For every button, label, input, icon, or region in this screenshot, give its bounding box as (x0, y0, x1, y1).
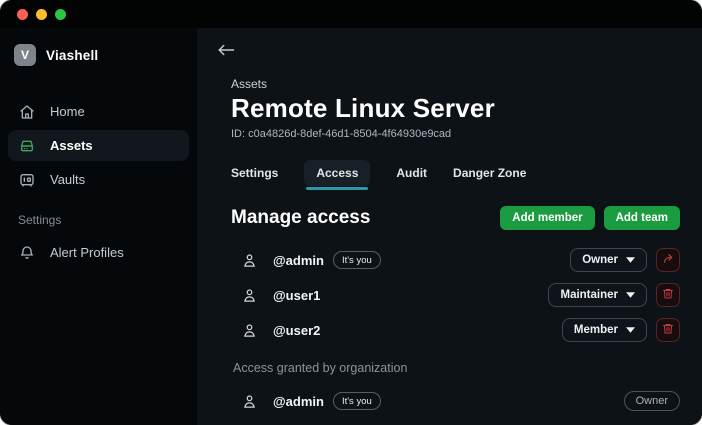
tab-access[interactable]: Access (304, 160, 370, 186)
arrow-left-icon (217, 44, 235, 59)
sidebar-item-label: Vaults (50, 172, 85, 187)
member-row: @user2 Member (231, 316, 680, 345)
role-dropdown[interactable]: Owner (570, 248, 647, 272)
person-icon (239, 287, 259, 304)
role-value: Member (574, 324, 618, 336)
manage-access-heading: Manage access (231, 207, 370, 229)
sidebar-item-alert-profiles[interactable]: Alert Profiles (8, 237, 189, 268)
role-value: Owner (582, 254, 618, 266)
chevron-down-icon (626, 289, 635, 301)
server-icon (18, 137, 36, 155)
page-title: Remote Linux Server (231, 94, 680, 123)
maximize-window-button[interactable] (55, 9, 66, 20)
trash-icon (662, 287, 674, 303)
tab-settings[interactable]: Settings (231, 160, 278, 186)
leave-icon (662, 252, 675, 268)
member-username: @user2 (273, 323, 320, 338)
person-icon (239, 322, 259, 339)
remove-member-button[interactable] (656, 318, 680, 342)
tab-audit[interactable]: Audit (396, 160, 427, 186)
person-icon (239, 252, 259, 269)
chevron-down-icon (626, 254, 635, 266)
tab-danger-zone[interactable]: Danger Zone (453, 160, 526, 186)
main-panel: Assets Remote Linux Server ID: c0a4826d-… (197, 28, 702, 425)
org-access-heading: Access granted by organization (231, 361, 680, 375)
member-list: @admin It's you Owner (231, 246, 680, 345)
member-username: @admin (273, 253, 324, 268)
brand-name: Viashell (46, 48, 98, 63)
member-row: @user1 Maintainer (231, 281, 680, 310)
chevron-down-icon (626, 324, 635, 336)
brand-logo: V (14, 44, 36, 66)
asset-id: ID: c0a4826d-8def-46d1-8504-4f64930e9cad (231, 128, 680, 140)
sidebar-section-settings: Settings (8, 213, 189, 227)
titlebar (0, 0, 702, 28)
breadcrumb: Assets (231, 77, 680, 91)
minimize-window-button[interactable] (36, 9, 47, 20)
brand: V Viashell (8, 42, 189, 66)
member-username: @admin (273, 394, 324, 409)
role-value: Maintainer (560, 289, 618, 301)
leave-asset-button[interactable] (656, 248, 680, 272)
member-username: @user1 (273, 288, 320, 303)
back-button[interactable] (211, 40, 241, 63)
sidebar-item-label: Assets (50, 138, 93, 153)
role-dropdown[interactable]: Member (562, 318, 647, 342)
add-team-button[interactable]: Add team (604, 206, 680, 230)
its-you-badge: It's you (333, 251, 381, 269)
sidebar-item-label: Home (50, 104, 85, 119)
sidebar-item-label: Alert Profiles (50, 245, 124, 260)
bell-icon (18, 244, 36, 262)
its-you-badge: It's you (333, 392, 381, 410)
org-member-row: @admin It's you Owner (231, 387, 680, 416)
sidebar-item-assets[interactable]: Assets (8, 130, 189, 161)
sidebar-item-home[interactable]: Home (8, 96, 189, 127)
home-icon (18, 103, 36, 121)
sidebar: V Viashell Home Assets Vaults (0, 28, 197, 425)
close-window-button[interactable] (17, 9, 28, 20)
sidebar-item-vaults[interactable]: Vaults (8, 164, 189, 195)
org-role-badge: Owner (624, 391, 680, 411)
add-member-button[interactable]: Add member (500, 206, 594, 230)
trash-icon (662, 322, 674, 338)
person-icon (239, 393, 259, 410)
member-row: @admin It's you Owner (231, 246, 680, 275)
tab-bar: Settings Access Audit Danger Zone (231, 160, 680, 186)
app-window: V Viashell Home Assets Vaults (0, 0, 702, 425)
vault-icon (18, 171, 36, 189)
role-dropdown[interactable]: Maintainer (548, 283, 647, 307)
remove-member-button[interactable] (656, 283, 680, 307)
